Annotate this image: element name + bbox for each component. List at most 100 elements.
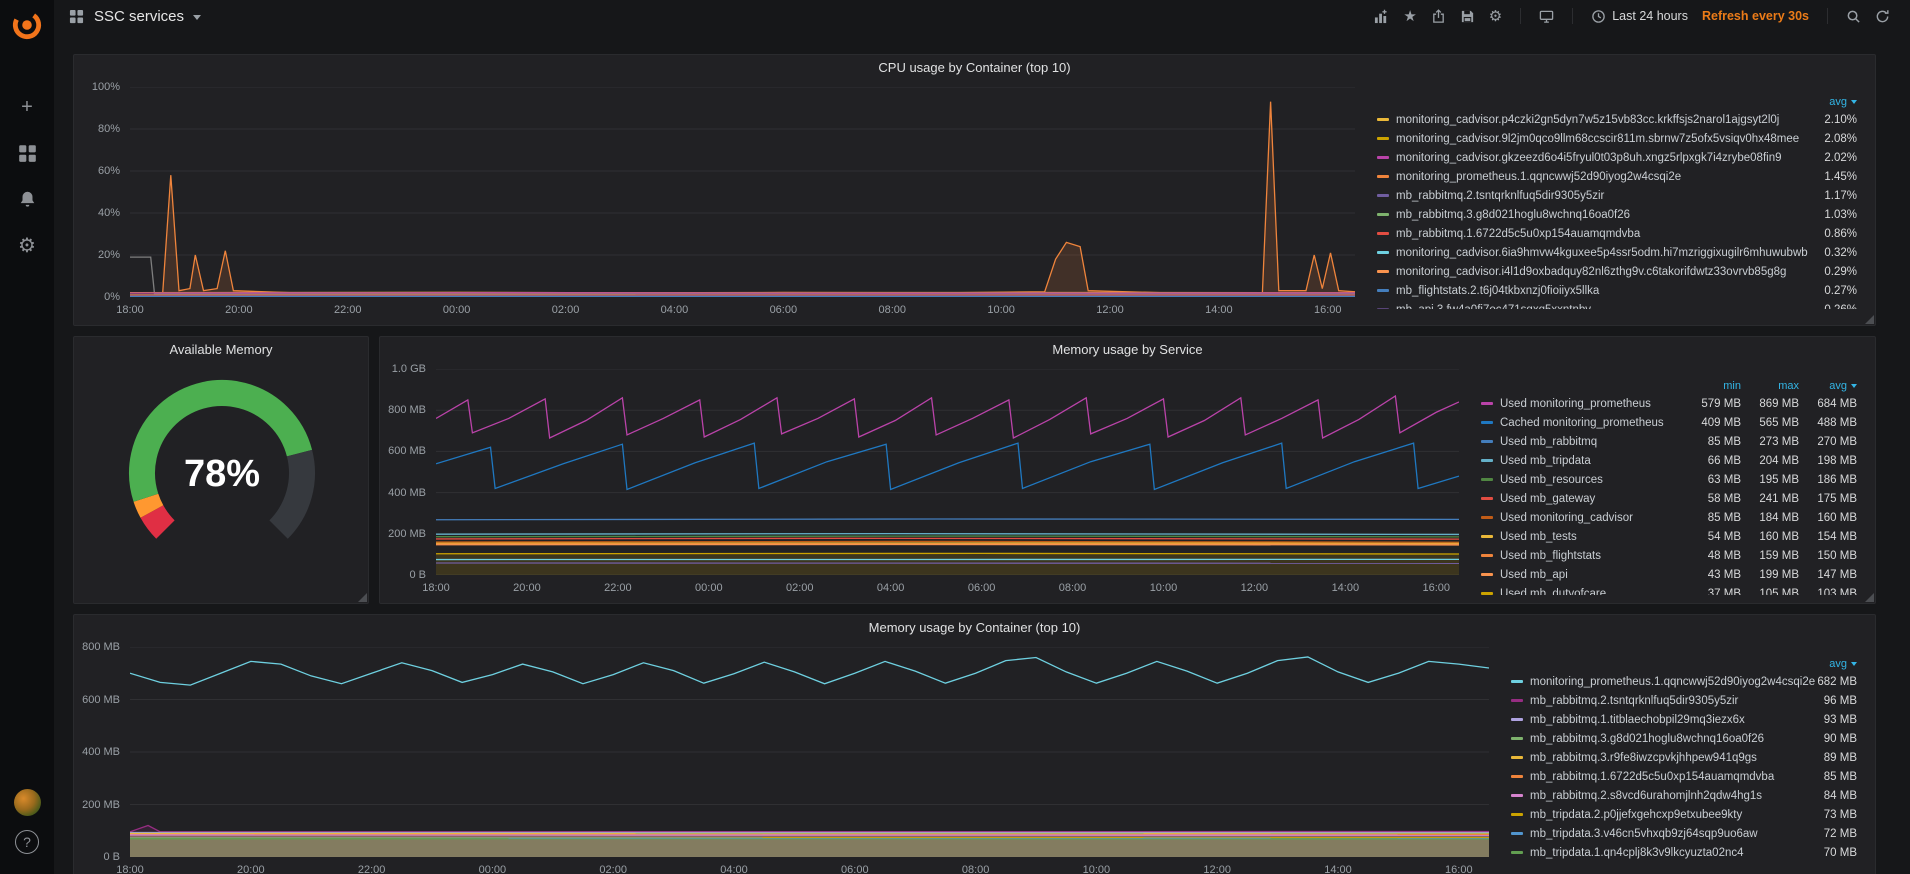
legend-series-color[interactable] <box>1511 756 1523 759</box>
panel-title-mem-service[interactable]: Memory usage by Service <box>390 337 1865 363</box>
legend-series-color[interactable] <box>1511 832 1523 835</box>
legend-series-color[interactable] <box>1511 699 1523 702</box>
panel-title-gauge[interactable]: Available Memory <box>84 337 358 363</box>
legend-series-color[interactable] <box>1481 573 1493 576</box>
legend-series-color[interactable] <box>1377 251 1389 254</box>
legend-series-color[interactable] <box>1377 213 1389 216</box>
legend-series-color[interactable] <box>1481 497 1493 500</box>
legend-series-name[interactable]: Used mb_tripdata <box>1500 455 1683 467</box>
grafana-logo[interactable] <box>10 8 44 42</box>
legend-series-name[interactable]: mb_rabbitmq.2.s8vcd6urahomjlnh2qdw4hg1s <box>1530 790 1824 802</box>
legend-series-name[interactable]: Used mb_flightstats <box>1500 550 1683 562</box>
legend-series-name[interactable]: monitoring_cadvisor.9l2jm0qco9llm68ccsci… <box>1396 133 1824 145</box>
refresh-icon[interactable] <box>1875 9 1890 24</box>
legend-series-name[interactable]: Used mb_rabbitmq <box>1500 436 1683 448</box>
plot-area[interactable] <box>130 87 1355 297</box>
legend-series-name[interactable]: Used mb_api <box>1500 569 1683 581</box>
legend-sort-max[interactable]: max <box>1741 380 1799 392</box>
legend-series-color[interactable] <box>1377 194 1389 197</box>
save-icon[interactable] <box>1460 9 1475 24</box>
memory-container-chart[interactable]: 0 B 200 MB 400 MB 600 MB 800 MB 18:00 20:00 22… <box>82 641 1499 874</box>
refresh-interval-button[interactable]: Refresh every 30s <box>1702 9 1809 23</box>
memory-service-chart[interactable]: 0 B 200 MB 400 MB 600 MB 800 MB 1.0 GB 18:00 2… <box>388 363 1469 595</box>
plot-area[interactable] <box>130 647 1489 857</box>
legend-series-color[interactable] <box>1377 137 1389 140</box>
legend-series-name[interactable]: mb_api.3.fw4a0fi7oc471sqxq5xxntnbv <box>1396 304 1824 310</box>
legend-series-name[interactable]: mb_flightstats.2.t6j04tkbxnzj0fioiiyx5ll… <box>1396 285 1824 297</box>
legend-series-name[interactable]: monitoring_cadvisor.gkzeezd6o4i5fryul0t0… <box>1396 152 1824 164</box>
legend-sort-min[interactable]: min <box>1683 380 1741 392</box>
legend-series-color[interactable] <box>1511 775 1523 778</box>
legend-series-name[interactable]: Used mb_gateway <box>1500 493 1683 505</box>
time-range-picker[interactable]: Last 24 hours <box>1591 9 1688 24</box>
legend-series-name[interactable]: monitoring_cadvisor.i4l1d9oxbadquy82nl6z… <box>1396 266 1824 278</box>
legend-sort-avg[interactable]: avg <box>1799 380 1857 392</box>
panel-resize-handle[interactable] <box>358 593 367 602</box>
panel-resize-handle[interactable] <box>1865 315 1874 324</box>
configuration-gear-icon[interactable]: ⚙ <box>10 228 44 262</box>
legend-series-name[interactable]: Used mb_tests <box>1500 531 1683 543</box>
legend-series-name[interactable]: monitoring_prometheus.1.qqncwwj52d90iyog… <box>1396 171 1824 183</box>
dashboard-title[interactable]: SSC services <box>94 8 184 25</box>
add-panel-icon[interactable] <box>1374 9 1389 24</box>
legend-series-color[interactable] <box>1511 718 1523 721</box>
legend-series-color[interactable] <box>1511 813 1523 816</box>
legend-series-color[interactable] <box>1511 794 1523 797</box>
legend-series-color[interactable] <box>1377 270 1389 273</box>
alerting-bell-icon[interactable] <box>10 182 44 216</box>
chart-canvas[interactable] <box>436 369 1459 575</box>
legend-series-name[interactable]: Used monitoring_cadvisor <box>1500 512 1683 524</box>
legend-series-name[interactable]: mb_tripdata.1.qn4cplj8k3v9lkcyuzta02nc4 <box>1530 847 1824 859</box>
legend-series-name[interactable]: mb_rabbitmq.1.titblaechobpil29mq3iezx6x <box>1530 714 1824 726</box>
legend-series-color[interactable] <box>1481 440 1493 443</box>
panel-title-mem-container[interactable]: Memory usage by Container (top 10) <box>84 615 1865 641</box>
legend-series-color[interactable] <box>1481 592 1493 595</box>
legend-series-color[interactable] <box>1511 680 1523 683</box>
chevron-down-icon[interactable] <box>193 14 202 20</box>
legend-series-name[interactable]: mb_rabbitmq.3.r9fe8iwzcpvkjhhpew941q9gs <box>1530 752 1824 764</box>
legend-series-name[interactable]: Used mb_dutyofcare <box>1500 588 1683 596</box>
legend-series-color[interactable] <box>1377 308 1389 309</box>
legend-series-color[interactable] <box>1481 421 1493 424</box>
legend-series-color[interactable] <box>1481 402 1493 405</box>
legend-series-name[interactable]: Used monitoring_prometheus <box>1500 398 1683 410</box>
legend-series-color[interactable] <box>1481 459 1493 462</box>
panel-title-cpu[interactable]: CPU usage by Container (top 10) <box>84 55 1865 81</box>
legend-series-name[interactable]: mb_rabbitmq.1.6722d5c5u0xp154auamqmdvba <box>1396 228 1824 240</box>
legend-series-color[interactable] <box>1377 156 1389 159</box>
legend-series-name[interactable]: mb_tripdata.2.p0jjefxgehcxp9etxubee9kty <box>1530 809 1824 821</box>
user-avatar[interactable] <box>13 789 41 816</box>
cpu-chart[interactable]: 0% 20% 40% 60% 80% 100% 18:00 20:00 22:00 00:00 0… <box>84 81 1365 317</box>
legend-series-color[interactable] <box>1377 289 1389 292</box>
legend-series-color[interactable] <box>1511 737 1523 740</box>
legend-series-name[interactable]: mb_rabbitmq.1.6722d5c5u0xp154auamqmdvba <box>1530 771 1824 783</box>
legend-series-color[interactable] <box>1481 554 1493 557</box>
legend-sort-avg[interactable]: avg <box>1829 658 1857 670</box>
chart-canvas[interactable] <box>130 647 1489 857</box>
help-icon[interactable]: ? <box>15 830 39 854</box>
legend-series-name[interactable]: mb_rabbitmq.2.tsntqrknlfuq5dir9305y5zir <box>1530 695 1824 707</box>
legend-series-color[interactable] <box>1481 478 1493 481</box>
legend-series-color[interactable] <box>1377 175 1389 178</box>
search-icon[interactable] <box>1846 9 1861 24</box>
panel-resize-handle[interactable] <box>1865 593 1874 602</box>
legend-series-name[interactable]: mb_rabbitmq.3.g8d021hoglu8wchnq16oa0f26 <box>1530 733 1824 745</box>
legend-series-name[interactable]: Cached monitoring_prometheus <box>1500 417 1683 429</box>
legend-series-name[interactable]: monitoring_prometheus.1.qqncwwj52d90iyog… <box>1530 676 1817 688</box>
star-icon[interactable]: ★ <box>1403 7 1416 25</box>
plot-area[interactable] <box>436 369 1459 575</box>
settings-gear-icon[interactable]: ⚙ <box>1489 7 1502 25</box>
create-plus-icon[interactable]: + <box>10 90 44 124</box>
legend-series-color[interactable] <box>1377 118 1389 121</box>
legend-sort-avg[interactable]: avg <box>1829 96 1857 108</box>
tv-mode-icon[interactable] <box>1539 9 1554 24</box>
legend-series-color[interactable] <box>1511 851 1523 854</box>
legend-series-name[interactable]: monitoring_cadvisor.6ia9hmvw4kguxee5p4ss… <box>1396 247 1824 259</box>
legend-series-name[interactable]: mb_rabbitmq.2.tsntqrknlfuq5dir9305y5zir <box>1396 190 1824 202</box>
dashboard-picker-icon[interactable] <box>68 8 85 25</box>
legend-series-name[interactable]: mb_rabbitmq.3.g8d021hoglu8wchnq16oa0f26 <box>1396 209 1824 221</box>
legend-series-color[interactable] <box>1481 535 1493 538</box>
legend-series-name[interactable]: mb_tripdata.3.v46cn5vhxqb9zj64sqp9uo6aw <box>1530 828 1824 840</box>
share-icon[interactable] <box>1431 8 1446 24</box>
chart-canvas[interactable] <box>130 87 1355 297</box>
